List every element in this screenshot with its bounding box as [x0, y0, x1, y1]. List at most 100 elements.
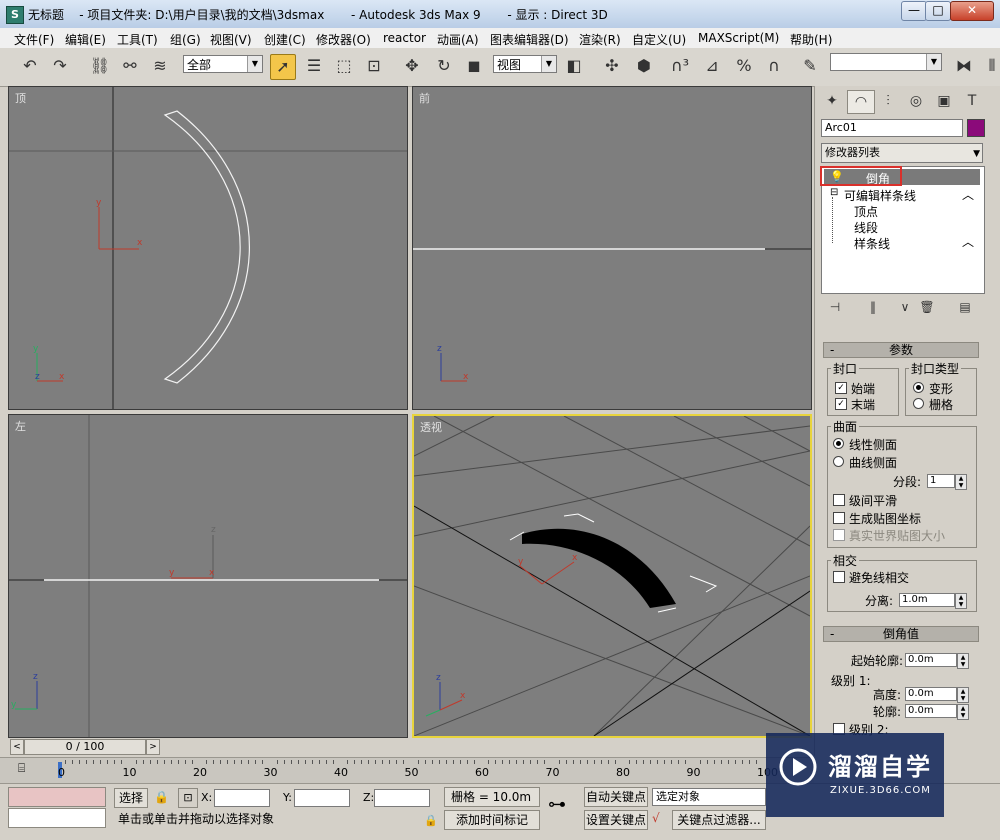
- absolute-mode-icon[interactable]: ⊡: [178, 788, 198, 808]
- select-by-name-icon[interactable]: ☰: [302, 54, 326, 78]
- add-time-tag-button[interactable]: 添加时间标记: [444, 810, 540, 830]
- select-and-scale-icon[interactable]: ◼: [462, 54, 486, 78]
- rectangular-selection-icon[interactable]: ⬚: [332, 54, 356, 78]
- time-slider[interactable]: < 0 / 100 >: [0, 737, 814, 757]
- menu-rendering[interactable]: 渲染(R): [579, 31, 621, 48]
- modify-icon[interactable]: ◠: [847, 90, 875, 114]
- stack-sub-segment[interactable]: 线段: [854, 219, 878, 236]
- select-and-rotate-icon[interactable]: ↻: [432, 54, 456, 78]
- modifier-list-dropdown[interactable]: 修改器列表 ▼: [821, 143, 983, 163]
- menu-edit[interactable]: 编辑(E): [65, 31, 106, 48]
- hierarchy-icon[interactable]: ⫶: [875, 90, 901, 112]
- utilities-icon[interactable]: T: [959, 90, 985, 112]
- key-mode-dropdown[interactable]: 选定对象: [652, 788, 766, 806]
- key-icon[interactable]: ⊶: [548, 794, 566, 815]
- height-spinner[interactable]: 0.0m ▲ ▼: [905, 687, 969, 703]
- maximize-button[interactable]: □: [925, 1, 951, 21]
- undo-icon[interactable]: ↶: [18, 54, 42, 78]
- separation-spinner[interactable]: 1.0m ▲ ▼: [899, 593, 967, 609]
- align-icon[interactable]: ⫴: [980, 54, 1000, 78]
- curved-sides-radio[interactable]: [833, 456, 844, 467]
- outline-spinner[interactable]: 0.0m ▲ ▼: [905, 704, 969, 720]
- curve-editor-mini-icon[interactable]: ⌸: [18, 761, 25, 776]
- object-name-field[interactable]: Arc01: [821, 119, 963, 137]
- pivot-center-icon[interactable]: ◧: [562, 54, 586, 78]
- spinner-arrows-icon[interactable]: ▲ ▼: [957, 653, 969, 669]
- minimize-button[interactable]: —: [901, 1, 927, 21]
- menu-tools[interactable]: 工具(T): [117, 31, 158, 48]
- show-end-result-icon[interactable]: ‖: [863, 298, 883, 316]
- add-time-tag-icon[interactable]: 🔒: [424, 814, 438, 827]
- stack-sub-vertex[interactable]: 顶点: [854, 203, 878, 220]
- menu-reactor[interactable]: reactor: [383, 31, 426, 45]
- named-selection-sets-dropdown[interactable]: ▼: [830, 53, 942, 71]
- auto-key-button[interactable]: 自动关键点: [584, 787, 648, 807]
- maxscript-listener-white[interactable]: [8, 808, 106, 828]
- angle-snap-icon[interactable]: ⊿: [700, 54, 724, 78]
- link-icon[interactable]: ⛓: [88, 54, 112, 78]
- chevron-left-icon[interactable]: <: [10, 739, 24, 755]
- menu-create[interactable]: 创建(C): [264, 31, 306, 48]
- make-unique-icon[interactable]: ∨: [895, 298, 915, 316]
- cap-start-checkbox[interactable]: ✓: [835, 382, 847, 394]
- linear-sides-radio[interactable]: [833, 438, 844, 449]
- stack-sub-spline[interactable]: 样条线: [854, 235, 890, 252]
- z-coordinate-field[interactable]: [374, 789, 430, 807]
- real-world-map-size-checkbox[interactable]: [833, 529, 845, 541]
- motion-icon[interactable]: ◎: [903, 90, 929, 112]
- viewport-label[interactable]: 左: [15, 418, 26, 434]
- smooth-across-levels-checkbox[interactable]: [833, 494, 845, 506]
- viewport-perspective[interactable]: y x z x 透视: [412, 414, 812, 738]
- cap-end-checkbox[interactable]: ✓: [835, 398, 847, 410]
- menu-maxscript[interactable]: MAXScript(M): [698, 31, 779, 45]
- menu-animation[interactable]: 动画(A): [437, 31, 479, 48]
- rollout-bevel-values[interactable]: - 倒角值: [823, 626, 979, 642]
- create-icon[interactable]: ✦: [819, 90, 845, 112]
- spinner-arrows-icon[interactable]: ▲ ▼: [955, 474, 967, 490]
- select-manipulate-icon[interactable]: ✣: [600, 54, 624, 78]
- viewport-front[interactable]: zx 前: [412, 86, 812, 410]
- lock-icon[interactable]: 🔒: [154, 790, 169, 804]
- y-coordinate-field[interactable]: [294, 789, 350, 807]
- pin-stack-icon[interactable]: ⊣: [825, 298, 845, 316]
- menu-views[interactable]: 视图(V): [210, 31, 252, 48]
- start-outline-spinner[interactable]: 0.0m ▲ ▼: [905, 653, 969, 669]
- key-filters-button[interactable]: 关键点过滤器...: [672, 810, 766, 830]
- generate-mapping-checkbox[interactable]: [833, 512, 845, 524]
- viewport-top[interactable]: y x y x z 顶: [8, 86, 408, 410]
- app-icon[interactable]: S: [6, 6, 24, 24]
- reference-coordinate-dropdown[interactable]: 视图 ▼: [493, 55, 557, 73]
- key-filters-icon[interactable]: √: [652, 811, 660, 825]
- spinner-arrows-icon[interactable]: ▲ ▼: [955, 593, 967, 609]
- percent-snap-icon[interactable]: %: [732, 54, 756, 78]
- rollout-parameters[interactable]: - 参数: [823, 342, 979, 358]
- menu-graph-editors[interactable]: 图表编辑器(D): [490, 31, 569, 48]
- spinner-snap-icon[interactable]: ∩: [762, 54, 786, 78]
- select-and-move-icon[interactable]: ✥: [400, 54, 424, 78]
- unlink-icon[interactable]: ⚯: [118, 54, 142, 78]
- menu-help[interactable]: 帮助(H): [790, 31, 832, 48]
- display-icon[interactable]: ▣: [931, 90, 957, 112]
- configure-modifier-sets-icon[interactable]: ▤: [955, 298, 975, 316]
- select-object-icon[interactable]: ➚: [270, 54, 296, 80]
- selection-filter-dropdown[interactable]: 全部 ▼: [183, 55, 263, 73]
- track-bar[interactable]: ⌸ 0102030405060708090100: [0, 757, 814, 784]
- keep-lines-checkbox[interactable]: [833, 571, 845, 583]
- morph-radio[interactable]: [913, 382, 924, 393]
- bind-space-warp-icon[interactable]: ≋: [148, 54, 172, 78]
- menu-modifiers[interactable]: 修改器(O): [316, 31, 371, 48]
- chevron-right-icon[interactable]: >: [146, 739, 160, 755]
- keyboard-shortcut-override-icon[interactable]: ⬢: [632, 54, 656, 78]
- menu-file[interactable]: 文件(F): [14, 31, 54, 48]
- object-color-swatch[interactable]: [967, 119, 985, 137]
- viewport-label[interactable]: 顶: [15, 90, 26, 106]
- menu-group[interactable]: 组(G): [170, 31, 201, 48]
- viewport-left[interactable]: y x z z y 左: [8, 414, 408, 738]
- remove-modifier-icon[interactable]: 🗑: [917, 298, 937, 316]
- set-key-button[interactable]: 设置关键点: [584, 810, 648, 830]
- viewport-label[interactable]: 透视: [420, 419, 442, 435]
- redo-icon[interactable]: ↷: [48, 54, 72, 78]
- maxscript-listener-pink[interactable]: [8, 787, 106, 807]
- window-crossing-icon[interactable]: ⊡: [362, 54, 386, 78]
- menu-customize[interactable]: 自定义(U): [632, 31, 686, 48]
